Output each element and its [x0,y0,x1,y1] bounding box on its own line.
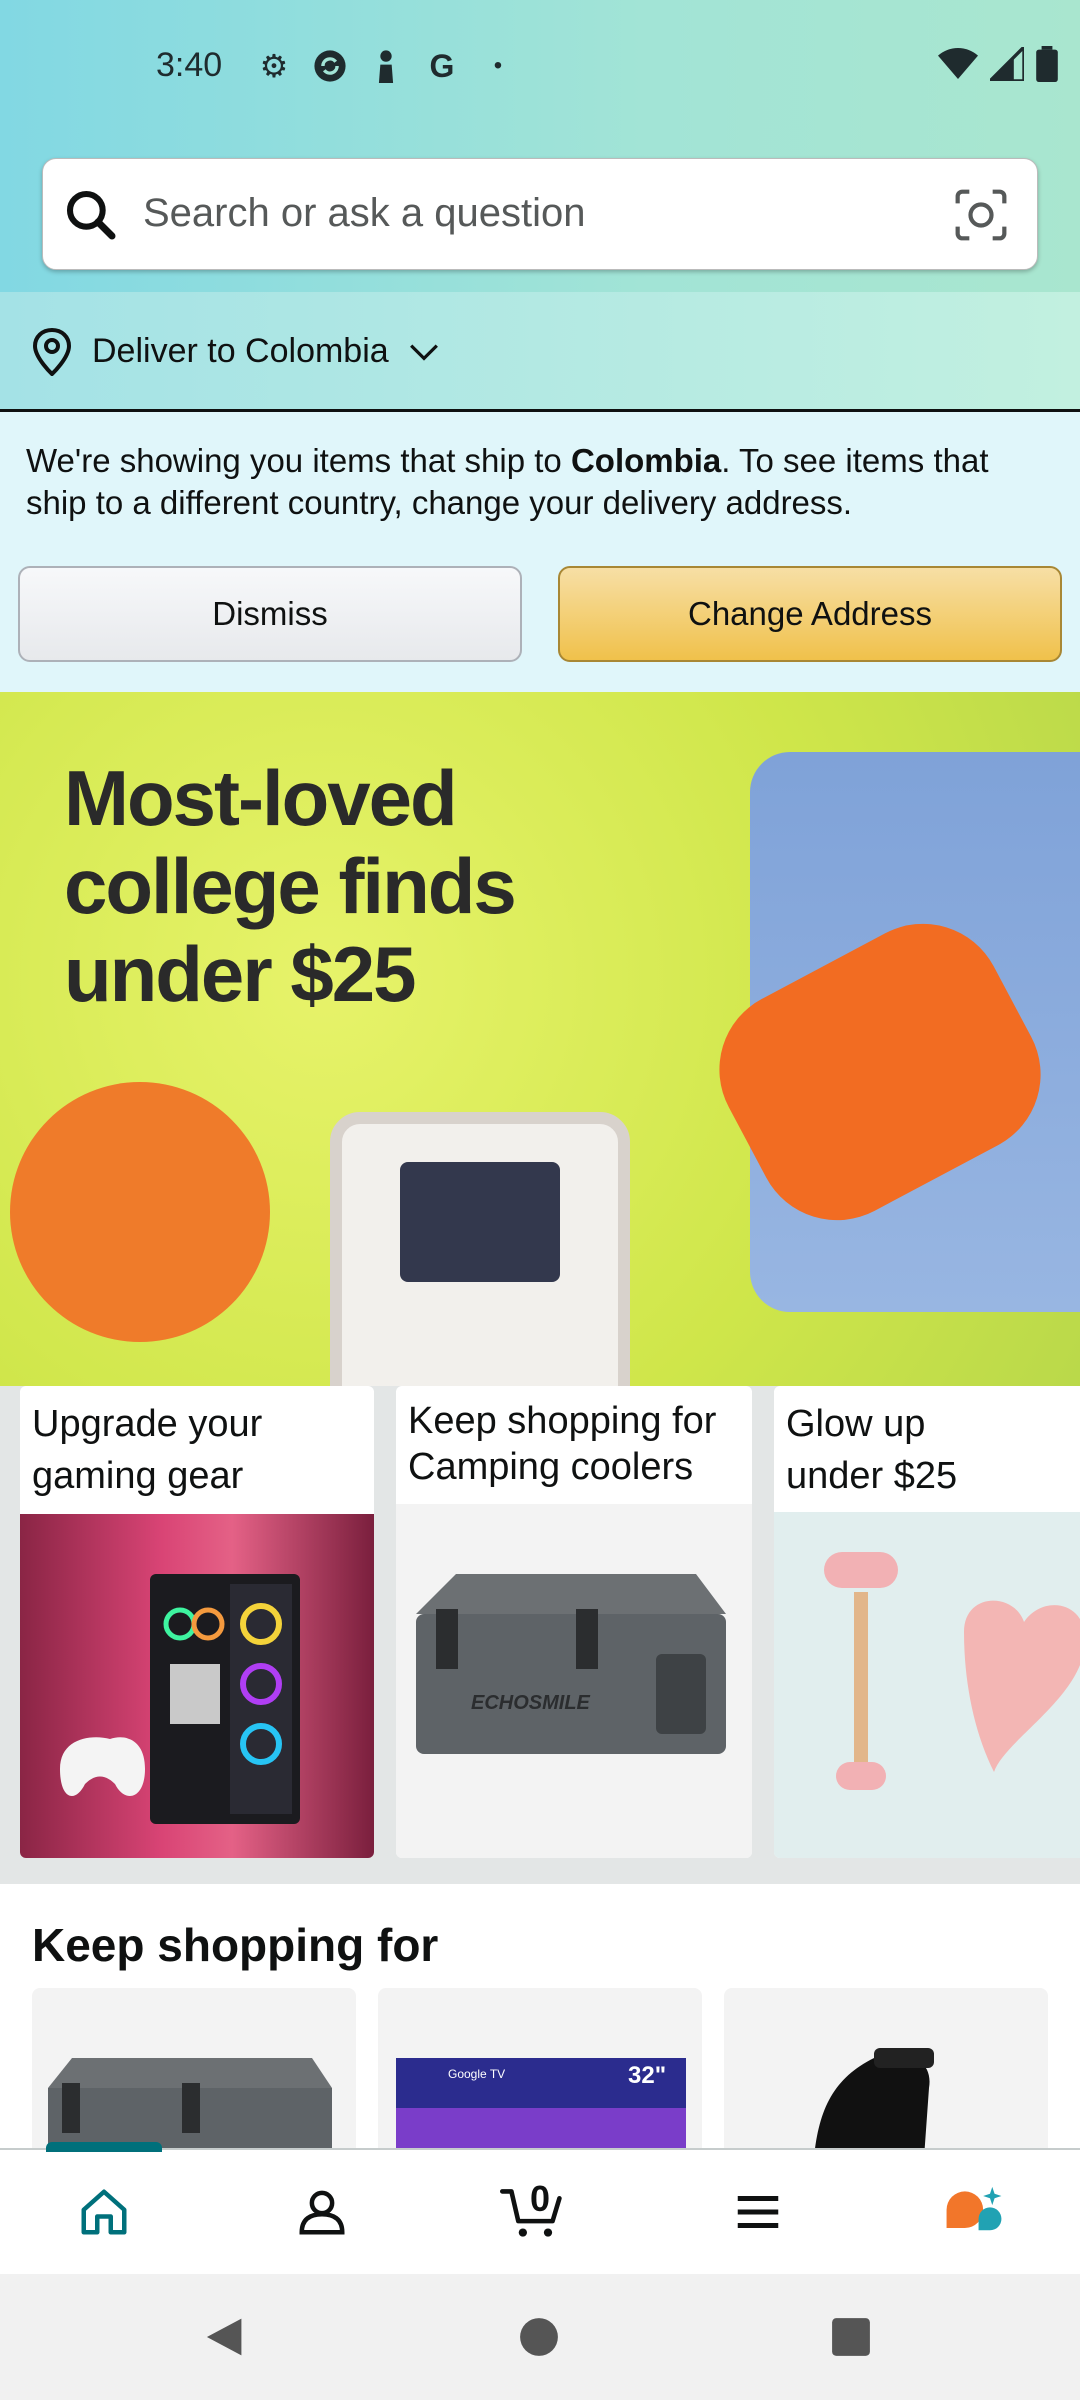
hero-banner[interactable]: Most-loved college finds under $25 [0,692,1080,1412]
hero-screen-graphic [400,1162,560,1282]
hero-pouch-graphic [10,1082,270,1342]
hero-title-line: under $25 [64,930,416,1018]
person-icon [368,48,404,84]
status-icons-left: ⚙ G • [256,47,516,85]
tv-brand-text: Google TV [448,2067,505,2081]
bottom-nav: 0 [0,2142,1080,2274]
account-icon[interactable] [290,2180,354,2244]
card-title: Upgrade your gaming gear [32,1403,263,1497]
settings-icon: ⚙ [259,48,289,84]
face-roller-image [774,1512,1080,1858]
section-title: Keep shopping for [32,1919,439,1971]
deliver-to-row[interactable]: Deliver to Colombia [0,292,1080,412]
keep-tile-skate[interactable] [724,1988,1048,2158]
keep-tile-cooler[interactable] [32,1988,356,2158]
status-time: 3:40 [156,46,223,84]
home-circle-icon[interactable] [518,2316,560,2358]
signal-icon [990,47,1024,81]
notice-country: Colombia [570,442,722,479]
gaming-pc-image [20,1514,374,1858]
nav-active-indicator [46,2142,162,2152]
notice-text: We're showing you items that ship to Col… [26,440,1056,524]
keep-shopping-section: Keep shopping for Google TV 32" [0,1884,1080,2158]
card-camping-coolers[interactable]: Keep shopping for Camping coolers ECHOSM… [396,1386,752,1858]
card-gaming-gear[interactable]: Upgrade your gaming gear [20,1386,374,1858]
cart-count: 0 [530,2178,551,2219]
back-icon[interactable] [200,2314,246,2360]
hero-title-line: college finds [64,842,517,930]
camera-icon[interactable] [953,187,1009,243]
deliver-to-label: Deliver to Colombia [92,332,389,370]
wifi-icon [938,48,978,79]
sync-icon [312,48,348,84]
status-bar: 3:40 ⚙ G • [0,0,1080,136]
rufus-icon[interactable] [942,2180,1006,2244]
card-title: Keep shopping for Camping coolers [408,1400,717,1488]
cooler-image: ECHOSMILE [396,1504,752,1858]
card-title: Glow up under $25 [786,1403,958,1497]
recents-icon[interactable] [830,2316,872,2358]
location-pin-icon [32,328,72,376]
keep-tile-tv[interactable]: Google TV 32" [378,1988,702,2158]
google-icon: G [429,47,455,84]
dismiss-button[interactable]: Dismiss [18,566,522,662]
notice-text-before: We're showing you items that ship to [26,442,571,479]
dot-icon: • [493,52,503,79]
battery-icon [1036,46,1058,82]
change-address-button[interactable]: Change Address [558,566,1062,662]
hero-title: Most-loved college finds under $25 [64,754,517,1018]
tv-size-text: 32" [628,2062,666,2089]
search-icon [66,190,116,240]
cooler-brand-text: ECHOSMILE [471,1692,591,1714]
chevron-down-icon [410,344,438,361]
search-input[interactable]: Search or ask a question [42,158,1038,270]
search-placeholder: Search or ask a question [143,191,586,235]
shipping-notice: We're showing you items that ship to Col… [0,412,1080,692]
system-nav-bar [0,2274,1080,2400]
status-icons-right [938,46,1058,82]
hero-title-line: Most-loved [64,754,458,842]
card-glow-up[interactable]: Glow up under $25 [774,1386,1080,1858]
menu-icon[interactable] [726,2180,790,2244]
home-icon[interactable] [72,2180,136,2244]
